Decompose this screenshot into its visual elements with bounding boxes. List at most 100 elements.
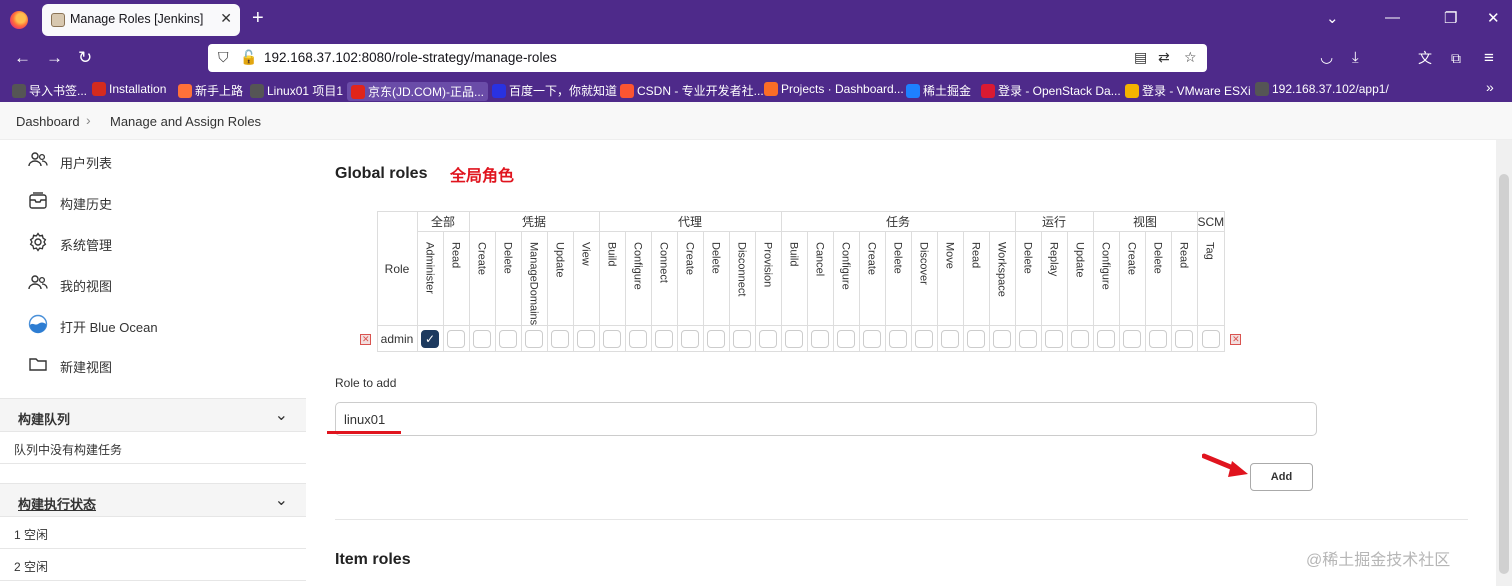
- role-to-add-label: Role to add: [335, 376, 397, 390]
- permission-checkbox-checked[interactable]: ✓: [421, 329, 439, 348]
- permission-label: Move: [943, 242, 956, 269]
- permission-checkbox[interactable]: [707, 329, 725, 348]
- permission-checkbox[interactable]: [889, 329, 907, 348]
- restore-icon[interactable]: ❐: [1444, 9, 1457, 27]
- permission-checkbox[interactable]: [811, 329, 829, 348]
- permission-checkbox[interactable]: [915, 329, 933, 348]
- add-role-button[interactable]: Add: [1250, 463, 1313, 491]
- reader-view-icon[interactable]: ▤: [1134, 49, 1147, 66]
- translate-icon[interactable]: ⇄: [1158, 49, 1170, 66]
- permission-checkbox[interactable]: [733, 329, 751, 348]
- permission-checkbox[interactable]: [655, 329, 673, 348]
- bookmark-item[interactable]: 导入书签...: [12, 82, 87, 99]
- pocket-icon[interactable]: ◡: [1320, 48, 1333, 68]
- reload-icon[interactable]: ↻: [78, 48, 92, 68]
- permission-header: Connect: [650, 230, 678, 327]
- minimize-icon[interactable]: —: [1385, 9, 1400, 26]
- permission-label: Configure: [839, 242, 852, 290]
- bookmark-item[interactable]: 京东(JD.COM)-正品...: [347, 82, 488, 101]
- extensions-icon[interactable]: ⧉: [1451, 48, 1461, 68]
- permission-checkbox[interactable]: [1123, 329, 1141, 348]
- bookmark-item[interactable]: Installation: [92, 82, 166, 96]
- tab-title: Manage Roles [Jenkins]: [70, 12, 204, 26]
- delete-role-icon[interactable]: ✕: [1230, 333, 1242, 345]
- permission-checkbox[interactable]: [1071, 329, 1089, 348]
- item-roles-title: Item roles: [335, 551, 411, 568]
- bookmark-item[interactable]: 登录 - OpenStack Da...: [981, 82, 1121, 99]
- executor-status: 2 空闲: [14, 560, 49, 574]
- bookmark-item[interactable]: Linux01 项目1: [250, 82, 343, 99]
- permission-checkbox[interactable]: [681, 329, 699, 348]
- page-scrollbar[interactable]: [1496, 140, 1512, 586]
- close-window-icon[interactable]: ✕: [1487, 9, 1500, 27]
- chevron-down-icon[interactable]: ⌄: [275, 490, 288, 510]
- firefox-logo-icon: [10, 11, 28, 29]
- breadcrumb-dashboard[interactable]: Dashboard: [16, 114, 80, 129]
- insecure-lock-icon[interactable]: 🔓: [240, 49, 257, 66]
- permission-group-header: 凭据: [468, 211, 600, 232]
- more-bookmarks-icon[interactable]: »: [1486, 79, 1494, 95]
- permission-header: Discover: [910, 230, 938, 327]
- delete-role-icon[interactable]: ✕: [360, 333, 372, 345]
- permission-checkbox[interactable]: [551, 329, 569, 348]
- scrollbar-thumb[interactable]: [1499, 174, 1509, 574]
- permission-checkbox[interactable]: [525, 329, 543, 348]
- back-icon[interactable]: ←: [14, 48, 31, 68]
- sidebar-item-label: 构建历史: [60, 197, 113, 212]
- permission-checkbox[interactable]: [967, 329, 985, 348]
- bookmark-label: 192.168.37.102/app1/: [1272, 82, 1389, 96]
- permission-checkbox[interactable]: [1175, 329, 1193, 348]
- shield-icon[interactable]: ⛉: [218, 49, 229, 66]
- close-tab-icon[interactable]: ✕: [220, 10, 232, 27]
- tab-list-chevron-icon[interactable]: ⌄: [1326, 9, 1339, 27]
- permission-checkbox[interactable]: [1149, 329, 1167, 348]
- bookmark-item[interactable]: 192.168.37.102/app1/: [1255, 82, 1389, 96]
- permission-header: ManageDomains: [520, 230, 548, 327]
- permission-label: Tag: [1203, 242, 1216, 260]
- permission-checkbox[interactable]: [603, 329, 621, 348]
- url-bar[interactable]: ⛉ 🔓 192.168.37.102:8080/role-strategy/ma…: [208, 44, 1207, 72]
- permission-checkbox[interactable]: [941, 329, 959, 348]
- history-icon: [29, 192, 47, 209]
- new-tab-icon[interactable]: +: [252, 8, 264, 28]
- permission-checkbox[interactable]: [1097, 329, 1115, 348]
- permission-checkbox[interactable]: [1019, 329, 1037, 348]
- permission-checkbox[interactable]: [577, 329, 595, 348]
- permission-checkbox[interactable]: [993, 329, 1011, 348]
- download-icon[interactable]: ⤓: [1352, 48, 1359, 68]
- translate-extension-icon[interactable]: 文: [1418, 48, 1432, 68]
- role-to-add-input[interactable]: [335, 402, 1317, 436]
- bookmark-item[interactable]: 登录 - VMware ESXi: [1125, 82, 1251, 99]
- bookmark-item[interactable]: Projects · Dashboard...: [764, 82, 904, 96]
- bookmark-item[interactable]: 百度一下，你就知道: [492, 82, 617, 99]
- url-text[interactable]: 192.168.37.102:8080/role-strategy/manage…: [264, 50, 557, 65]
- permission-checkbox[interactable]: [837, 329, 855, 348]
- permission-checkbox[interactable]: [629, 329, 647, 348]
- permission-checkbox[interactable]: [863, 329, 881, 348]
- permission-label: Read: [449, 242, 462, 269]
- chevron-down-icon[interactable]: ⌄: [275, 405, 288, 425]
- menu-icon[interactable]: ≡: [1484, 48, 1494, 68]
- active-tab[interactable]: Manage Roles [Jenkins] ✕: [42, 4, 240, 36]
- bookmark-item[interactable]: CSDN - 专业开发者社...: [620, 82, 764, 99]
- executors-title[interactable]: 构建执行状态: [18, 494, 96, 513]
- permission-label: Create: [475, 242, 488, 276]
- permission-checkbox[interactable]: [499, 329, 517, 348]
- bookmark-item[interactable]: 新手上路: [178, 82, 243, 99]
- forward-icon[interactable]: →: [46, 48, 63, 68]
- permission-checkbox[interactable]: [1045, 329, 1063, 348]
- annotation-underline: [327, 431, 401, 434]
- permission-label: Delete: [1151, 242, 1164, 274]
- permission-checkbox[interactable]: [447, 329, 465, 348]
- section-divider: [335, 519, 1468, 520]
- executors-header[interactable]: 构建执行状态 ⌄: [0, 483, 306, 517]
- bookmark-star-icon[interactable]: ☆: [1184, 49, 1197, 66]
- permission-checkbox[interactable]: [1201, 329, 1220, 348]
- permission-checkbox[interactable]: [473, 329, 491, 348]
- permission-group-header: 视图: [1092, 211, 1198, 232]
- bookmark-item[interactable]: 稀土掘金: [906, 82, 971, 99]
- permission-checkbox[interactable]: [759, 329, 777, 348]
- permission-checkbox[interactable]: [785, 329, 803, 348]
- build-queue-header[interactable]: 构建队列 ⌄: [0, 398, 306, 432]
- executor-row: 1 空闲: [0, 517, 306, 549]
